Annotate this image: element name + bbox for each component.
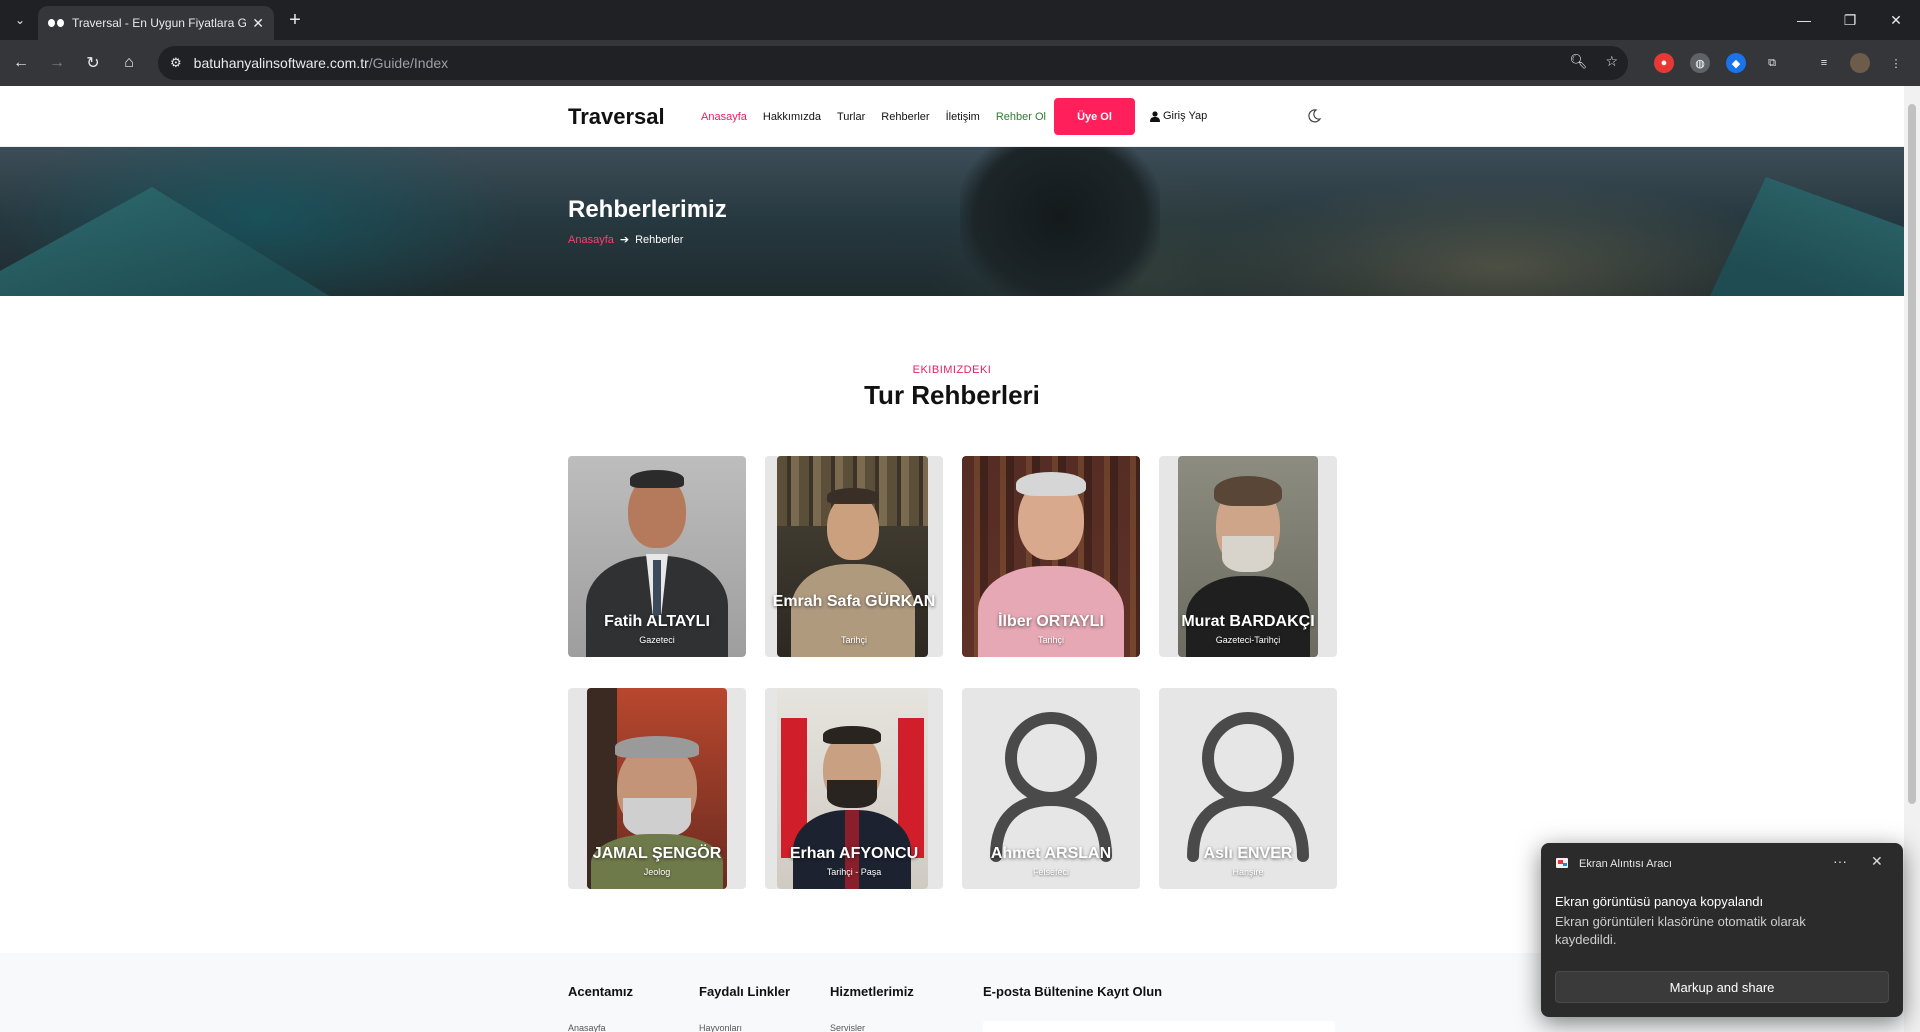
toast-more-icon[interactable]: ··· xyxy=(1833,853,1847,869)
extension-globe-icon[interactable]: ◍ xyxy=(1690,53,1710,73)
guide-role: Gazeteci-Tarihçi xyxy=(1215,635,1281,645)
browser-toolbar: ← → ↻ ⌂ ⚙ batuhanyalinsoftware.com.tr/Gu… xyxy=(0,40,1920,86)
guide-card[interactable]: Emrah Safa GÜRKAN Tarihçi xyxy=(765,456,943,657)
bookmark-star-icon[interactable]: ☆ xyxy=(1605,53,1618,70)
hero-tent-shape-right xyxy=(1700,177,1904,296)
back-icon[interactable]: ← xyxy=(9,51,33,75)
guide-role: Jeolog xyxy=(643,867,671,877)
profile-avatar[interactable] xyxy=(1850,53,1870,73)
section-eyebrow: EKIBIMIZDEKI xyxy=(912,364,992,376)
minimize-button[interactable]: — xyxy=(1781,0,1827,40)
main-nav: Anasayfa Hakkımızda Turlar Rehberler İle… xyxy=(701,111,1046,123)
nav-guides[interactable]: Rehberler xyxy=(881,111,929,123)
user-icon xyxy=(1150,110,1160,122)
footer-link[interactable]: Servisler xyxy=(830,1023,865,1032)
restore-button[interactable]: ❐ xyxy=(1827,0,1873,40)
markup-and-share-button[interactable]: Markup and share xyxy=(1555,971,1889,1003)
page-title: Rehberlerimiz xyxy=(568,196,727,223)
guide-name: Emrah Safa GÜRKAN xyxy=(772,593,936,610)
nav-tours[interactable]: Turlar xyxy=(837,111,865,123)
nav-about[interactable]: Hakkımızda xyxy=(763,111,821,123)
nav-home[interactable]: Anasayfa xyxy=(701,111,747,123)
browser-tab[interactable]: Traversal - En Uygun Fiyatlara G ✕ xyxy=(38,6,274,40)
window-close-button[interactable]: ✕ xyxy=(1873,0,1919,40)
guide-role: Tarihçi - Paşa xyxy=(826,867,882,877)
tab-close-icon[interactable]: ✕ xyxy=(252,15,264,32)
guide-card[interactable]: Erhan AFYONCU Tarihçi - Paşa xyxy=(765,688,943,889)
zoom-icon[interactable]: 🔍︎ xyxy=(1570,53,1588,70)
breadcrumb: Anasayfa ➔ Rehberler xyxy=(568,233,684,247)
site-info-icon[interactable]: ⚙ xyxy=(170,55,182,71)
guide-name: Ahmet ARSLAN xyxy=(990,845,1112,862)
snipping-tool-icon xyxy=(1556,858,1568,868)
footer-heading-newsletter: E-posta Bültenine Kayıt Olun xyxy=(983,984,1163,999)
guide-name: İlber ORTAYLI xyxy=(998,613,1104,630)
snipping-tool-notification: Ekran Alıntısı Aracı ··· ✕ Ekran görüntü… xyxy=(1541,843,1903,1017)
site-favicon-icon xyxy=(48,18,64,28)
guide-card[interactable]: Fatih ALTAYLI Gazeteci xyxy=(568,456,746,657)
toast-close-icon[interactable]: ✕ xyxy=(1871,853,1883,870)
page-hero-banner: Rehberlerimiz Anasayfa ➔ Rehberler xyxy=(0,147,1904,296)
guide-card[interactable]: Murat BARDAKÇI Gazeteci-Tarihçi xyxy=(1159,456,1337,657)
hero-person-silhouette xyxy=(960,147,1160,296)
extension-red-icon[interactable]: ● xyxy=(1654,53,1674,73)
section-title: Tur Rehberleri xyxy=(864,380,1040,410)
tab-title: Traversal - En Uygun Fiyatlara G xyxy=(72,16,247,30)
url-text: batuhanyalinsoftware.com.tr/Guide/Index xyxy=(193,55,449,71)
site-header: Traversal Anasayfa Hakkımızda Turlar Reh… xyxy=(0,86,1904,147)
breadcrumb-current: Rehberler xyxy=(635,233,684,246)
footer-heading-services: Hizmetlerimiz xyxy=(830,984,914,999)
footer-heading-agency: Acentamız xyxy=(568,984,634,999)
hero-tent-shape xyxy=(0,187,380,296)
nav-become-guide[interactable]: Rehber Ol xyxy=(996,111,1046,123)
signup-button[interactable]: Üye Ol xyxy=(1054,98,1135,135)
guide-role: Tarihçi xyxy=(1037,635,1064,645)
login-label: Giriş Yap xyxy=(1163,110,1208,122)
new-tab-button[interactable]: + xyxy=(283,8,307,32)
tab-search-icon[interactable]: ⌄ xyxy=(8,8,32,32)
nav-contact[interactable]: İletişim xyxy=(946,111,980,123)
breadcrumb-arrow-icon: ➔ xyxy=(619,234,630,246)
login-link[interactable]: Giriş Yap xyxy=(1150,110,1207,122)
guide-name: Fatih ALTAYLI xyxy=(604,613,710,630)
guide-name: Murat BARDAKÇI xyxy=(1181,613,1315,630)
toast-app-name: Ekran Alıntısı Aracı xyxy=(1579,858,1672,870)
site-logo[interactable]: Traversal xyxy=(568,104,665,130)
toast-message: Ekran görüntüleri klasörüne otomatik ola… xyxy=(1555,914,1806,947)
extension-blue-icon[interactable]: ◆ xyxy=(1726,53,1746,73)
address-bar[interactable]: ⚙ batuhanyalinsoftware.com.tr/Guide/Inde… xyxy=(158,46,1628,80)
newsletter-email-input[interactable] xyxy=(983,1021,1335,1032)
guide-photo xyxy=(777,456,928,657)
guide-card[interactable]: Aslı ENVER Hanşire xyxy=(1159,688,1337,889)
footer-link[interactable]: Anasayfa xyxy=(568,1023,606,1032)
home-icon[interactable]: ⌂ xyxy=(117,51,141,75)
reading-list-icon[interactable]: ≡ xyxy=(1814,53,1834,73)
guide-name: Aslı ENVER xyxy=(1203,845,1293,862)
footer-link[interactable]: Hayvonları xyxy=(699,1023,742,1032)
browser-tab-bar: ⌄ Traversal - En Uygun Fiyatlara G ✕ + —… xyxy=(0,0,1920,40)
toast-title: Ekran görüntüsü panoya kopyalandı xyxy=(1555,894,1764,909)
forward-icon[interactable]: → xyxy=(45,51,69,75)
guide-role: Felsefeci xyxy=(1032,867,1069,877)
page-scrollbar[interactable] xyxy=(1904,86,1920,1032)
guide-card[interactable]: JAMAL ŞENGÖR Jeolog xyxy=(568,688,746,889)
breadcrumb-home[interactable]: Anasayfa xyxy=(568,234,614,246)
guide-card[interactable]: Ahmet ARSLAN Felsefeci xyxy=(962,688,1140,889)
footer-heading-links: Faydalı Linkler xyxy=(699,984,791,999)
extensions-puzzle-icon[interactable]: ⧉ xyxy=(1762,53,1782,73)
guide-role: Tarihçi xyxy=(840,635,867,645)
guide-role: Gazeteci xyxy=(639,635,675,645)
scrollbar-thumb[interactable] xyxy=(1908,104,1916,804)
dark-mode-moon-icon[interactable] xyxy=(1306,108,1322,124)
guide-name: JAMAL ŞENGÖR xyxy=(592,845,722,862)
browser-menu-icon[interactable]: ⋮ xyxy=(1886,53,1906,73)
reload-icon[interactable]: ↻ xyxy=(81,51,105,75)
guide-name: Erhan AFYONCU xyxy=(789,845,919,862)
guide-card[interactable]: İlber ORTAYLI Tarihçi xyxy=(962,456,1140,657)
guide-role: Hanşire xyxy=(1232,867,1264,877)
